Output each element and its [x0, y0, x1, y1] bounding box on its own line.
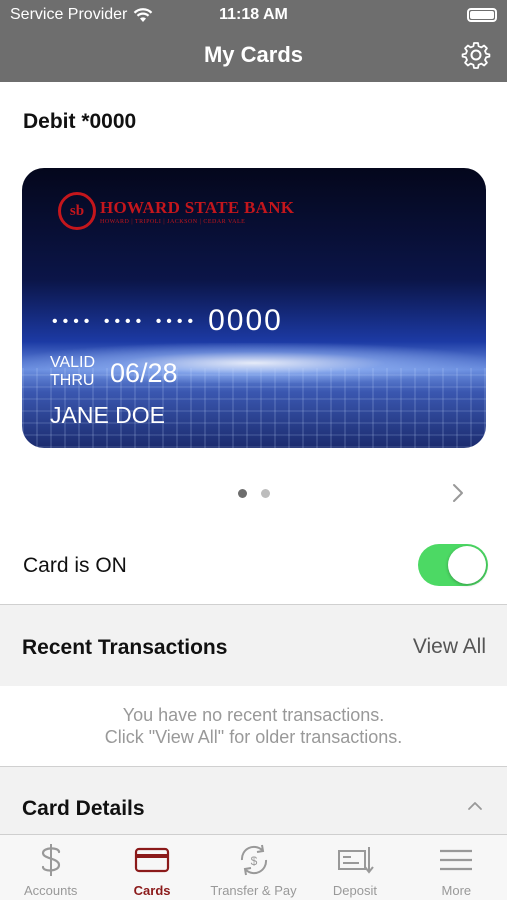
debit-card-image[interactable]: sb HOWARD STATE BANK HOWARD | TRIPOLI | … — [22, 168, 486, 448]
view-all-link[interactable]: View All — [413, 635, 486, 659]
status-time: 11:18 AM — [219, 6, 288, 23]
menu-icon — [440, 849, 473, 871]
card-holder-name: JANE DOE — [50, 402, 166, 428]
check-deposit-icon — [337, 847, 374, 874]
thru-label: THRU — [50, 372, 95, 389]
pager-dot-1[interactable] — [237, 489, 247, 498]
bank-name: HOWARD STATE BANK — [100, 197, 295, 217]
tab-cards[interactable]: Cards — [101, 835, 202, 900]
no-transactions-line2: Click "View All" for older transactions. — [104, 727, 403, 747]
page-title: My Cards — [203, 42, 304, 67]
status-bar: Service Provider 11:18 AM — [0, 0, 507, 30]
tab-label-deposit: Deposit — [332, 883, 377, 898]
transfer-icon: $ — [240, 844, 267, 876]
card-number: •••• •••• •••• 0000 — [52, 304, 283, 338]
tab-label-cards: Cards — [133, 883, 171, 898]
tab-label-transfer-pay: Transfer & Pay — [210, 883, 297, 898]
gear-icon[interactable] — [461, 40, 491, 70]
card-on-toggle[interactable] — [418, 544, 488, 586]
svg-text:$: $ — [250, 854, 257, 868]
pager-dot-2[interactable] — [260, 489, 270, 498]
bank-logo-mark: sb — [58, 192, 96, 230]
bank-subtitle: HOWARD | TRIPOLI | JACKSON | CEDAR VALE — [100, 218, 246, 225]
tab-bar: Accounts Cards $ Transfer & Pay Deposit — [0, 834, 507, 900]
no-transactions-message: You have no recent transactions. Click "… — [0, 704, 507, 748]
tab-more[interactable]: More — [406, 835, 507, 900]
no-transactions-line1: You have no recent transactions. — [122, 705, 385, 725]
tab-label-accounts: Accounts — [23, 883, 78, 898]
tab-accounts[interactable]: Accounts — [0, 835, 101, 900]
chevron-up-icon[interactable] — [467, 801, 483, 811]
card-details-header[interactable]: Card Details — [0, 766, 507, 834]
card-last-four: 0000 — [208, 304, 283, 337]
recent-transactions-header: Recent Transactions View All — [0, 604, 507, 686]
valid-thru-label: VALID THRU — [50, 354, 95, 390]
card-icon — [135, 847, 170, 873]
top-bar: Service Provider 11:18 AM My Cards — [0, 0, 507, 82]
tab-deposit[interactable]: Deposit — [304, 835, 405, 900]
card-status-label: Card is ON — [23, 554, 127, 577]
valid-label: VALID — [50, 354, 96, 371]
card-details-title: Card Details — [22, 797, 145, 820]
bank-logo: sb HOWARD STATE BANK HOWARD | TRIPOLI | … — [58, 192, 294, 230]
card-expiry: 06/28 — [110, 358, 178, 388]
card-number-masked: •••• •••• •••• — [52, 313, 199, 331]
card-pager — [0, 489, 507, 498]
card-title: Debit *0000 — [23, 110, 137, 133]
dollar-icon — [41, 844, 60, 876]
recent-transactions-title: Recent Transactions — [22, 636, 228, 659]
chevron-right-icon[interactable] — [451, 481, 465, 505]
toggle-knob — [448, 546, 486, 584]
tab-label-more: More — [441, 883, 472, 898]
tab-transfer-pay[interactable]: $ Transfer & Pay — [203, 835, 304, 900]
battery-icon — [467, 8, 497, 22]
